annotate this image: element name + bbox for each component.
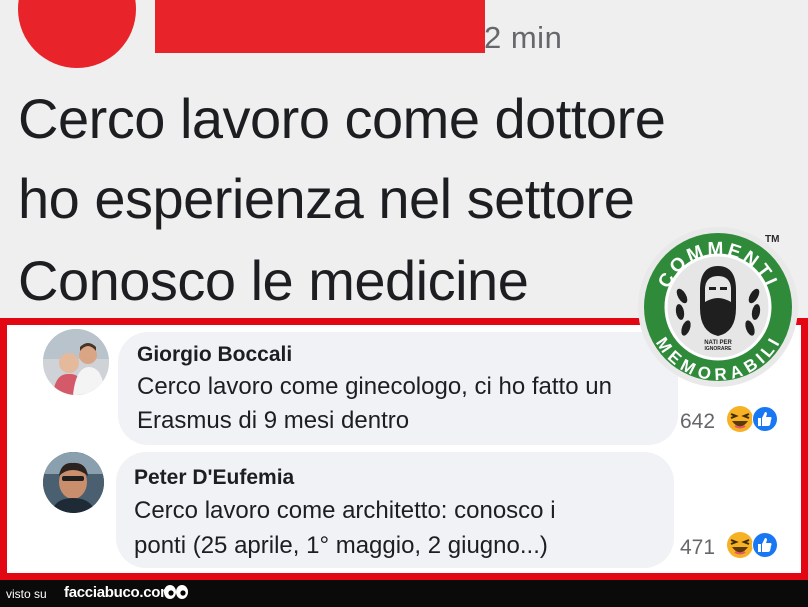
trademark-mark: TM <box>765 234 780 245</box>
comment-text-line: Cerco lavoro come ginecologo, ci ho fatt… <box>137 373 612 400</box>
post-text-line: Conosco le medicine <box>18 249 529 312</box>
watermark-bar: visto su facciabuco.com <box>0 580 808 607</box>
commenter-avatar[interactable] <box>43 329 109 395</box>
comment-text-line: Erasmus di 9 mesi dentro <box>137 407 410 434</box>
post-text-line: ho esperienza nel settore <box>18 167 635 230</box>
commenter-avatar[interactable] <box>43 452 104 513</box>
reaction-icons[interactable] <box>725 530 781 560</box>
profile-photo-icon <box>43 452 104 513</box>
post-author-name-redacted <box>155 0 485 53</box>
post-timestamp[interactable]: 2 min <box>484 20 562 56</box>
comment-author-name[interactable]: Peter D'Eufemia <box>134 466 294 490</box>
reaction-count[interactable]: 642 <box>680 410 715 434</box>
comment-author-name[interactable]: Giorgio Boccali <box>137 343 292 367</box>
comment-text-line: ponti (25 aprile, 1° maggio, 2 giugno...… <box>134 532 548 559</box>
profile-photo-icon <box>43 329 109 395</box>
comment-text-line: Cerco lavoro come architetto: conosco i <box>134 497 556 524</box>
watermark-site: facciabuco.com <box>64 584 174 601</box>
haha-reaction-icon <box>727 406 753 432</box>
badge-small-text: IGNORARE <box>705 346 733 352</box>
reaction-icons[interactable] <box>725 404 781 434</box>
like-reaction-icon <box>752 406 778 432</box>
screenshot: 2 min Cerco lavoro come dottore ho esper… <box>0 0 808 607</box>
like-reaction-icon <box>752 532 778 558</box>
watermark-prefix: visto su <box>6 587 47 601</box>
eyes-icon <box>164 585 188 599</box>
commenti-memorabili-badge: COMMENTI MEMORABILI NATI PER IGNORARE <box>638 227 798 387</box>
post-text-line: Cerco lavoro come dottore <box>18 87 666 150</box>
reaction-count[interactable]: 471 <box>680 536 715 560</box>
post-author-avatar-redacted[interactable] <box>18 0 136 68</box>
haha-reaction-icon <box>727 532 753 558</box>
